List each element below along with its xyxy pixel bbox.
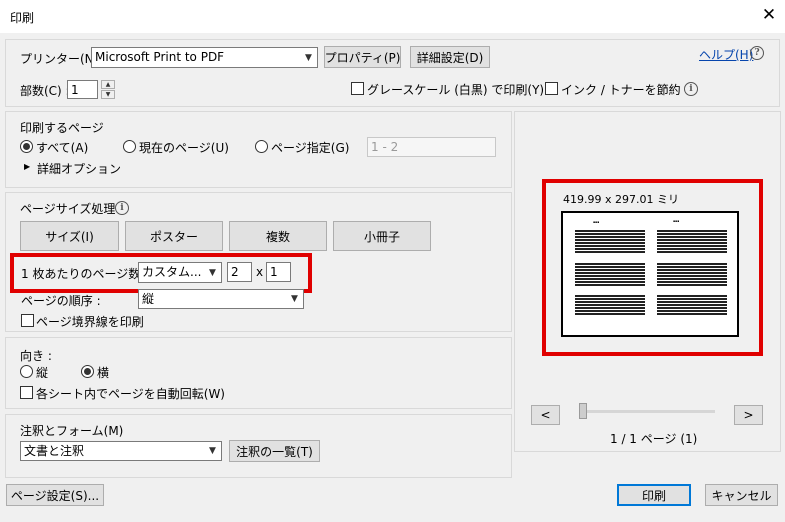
comments-value: 文書と注釈 [24, 444, 85, 458]
copies-label: 部数(C) : [20, 84, 70, 98]
info-icon[interactable]: i [684, 82, 698, 96]
orientation-heading: 向き : [20, 349, 52, 363]
all-pages-label: すべて(A) [36, 141, 89, 155]
current-page-radio[interactable] [123, 140, 136, 153]
save-ink-checkbox[interactable] [545, 82, 558, 95]
page-order-value: 縦 [142, 292, 155, 306]
copies-input[interactable]: 1 [67, 80, 98, 99]
prev-page-button[interactable]: < [531, 405, 560, 425]
print-button[interactable]: 印刷 [617, 484, 691, 506]
copies-up-icon[interactable]: ▲ [101, 80, 115, 89]
printer-value: Microsoft Print to PDF [95, 50, 225, 64]
window-title: 印刷 [10, 11, 35, 25]
grayscale-label: グレースケール (白黒) で印刷(Y) [367, 83, 545, 97]
page-indicator: 1 / 1 ページ (1) [610, 432, 698, 446]
landscape-label: 横 [97, 366, 110, 380]
copies-down-icon[interactable]: ▼ [101, 90, 115, 99]
chevron-down-icon: ▼ [291, 294, 298, 304]
auto-rotate-checkbox[interactable] [20, 386, 33, 399]
pages-to-print-heading: 印刷するページ [20, 121, 104, 135]
page-slider-thumb[interactable] [579, 403, 587, 419]
page-range-radio[interactable] [255, 140, 268, 153]
advanced-button[interactable]: 詳細設定(D) [410, 46, 490, 68]
help-icon[interactable]: ? [750, 46, 764, 60]
print-borders-label: ページ境界線を印刷 [36, 315, 144, 329]
chevron-down-icon: ▼ [305, 52, 312, 63]
landscape-radio[interactable] [81, 365, 94, 378]
title-bar [0, 0, 785, 33]
comments-select[interactable]: 文書と注釈 ▼ [20, 441, 222, 461]
more-options-label[interactable]: 詳細オプション [37, 160, 121, 177]
page-slider-track[interactable] [580, 410, 715, 413]
portrait-label: 縦 [36, 366, 49, 380]
preview-highlight-box [542, 179, 763, 356]
help-link[interactable]: ヘルプ(H) [699, 46, 753, 63]
page-order-select[interactable]: 縦 ▼ [138, 289, 304, 309]
info-icon[interactable]: i [115, 201, 129, 215]
size-button[interactable]: サイズ(I) [20, 221, 119, 251]
poster-button[interactable]: ポスター [125, 221, 223, 251]
highlight-box [10, 253, 312, 293]
properties-button[interactable]: プロパティ(P) [324, 46, 401, 68]
triangle-right-icon[interactable]: ▶ [24, 162, 30, 171]
booklet-button[interactable]: 小冊子 [333, 221, 431, 251]
multiple-button[interactable]: 複数 [229, 221, 327, 251]
print-borders-checkbox[interactable] [21, 314, 34, 327]
page-range-label: ページ指定(G) [271, 141, 350, 155]
chevron-down-icon: ▼ [209, 446, 216, 456]
page-range-input[interactable]: 1 - 2 [367, 137, 496, 157]
close-icon[interactable]: ✕ [760, 6, 778, 24]
page-order-label: ページの順序 : [21, 294, 101, 308]
next-page-button[interactable]: > [734, 405, 763, 425]
printer-select[interactable]: Microsoft Print to PDF ▼ [91, 47, 318, 68]
page-sizing-heading: ページサイズ処理 [20, 202, 116, 216]
grayscale-checkbox[interactable] [351, 82, 364, 95]
page-setup-button[interactable]: ページ設定(S)... [6, 484, 104, 506]
current-page-label: 現在のページ(U) [139, 141, 229, 155]
save-ink-label: インク / トナーを節約 [561, 83, 681, 97]
portrait-radio[interactable] [20, 365, 33, 378]
comments-heading: 注釈とフォーム(M) [20, 424, 124, 438]
auto-rotate-label: 各シート内でページを自動回転(W) [36, 387, 225, 401]
all-pages-radio[interactable] [20, 140, 33, 153]
summarize-comments-button[interactable]: 注釈の一覧(T) [229, 440, 320, 462]
cancel-button[interactable]: キャンセル [705, 484, 778, 506]
